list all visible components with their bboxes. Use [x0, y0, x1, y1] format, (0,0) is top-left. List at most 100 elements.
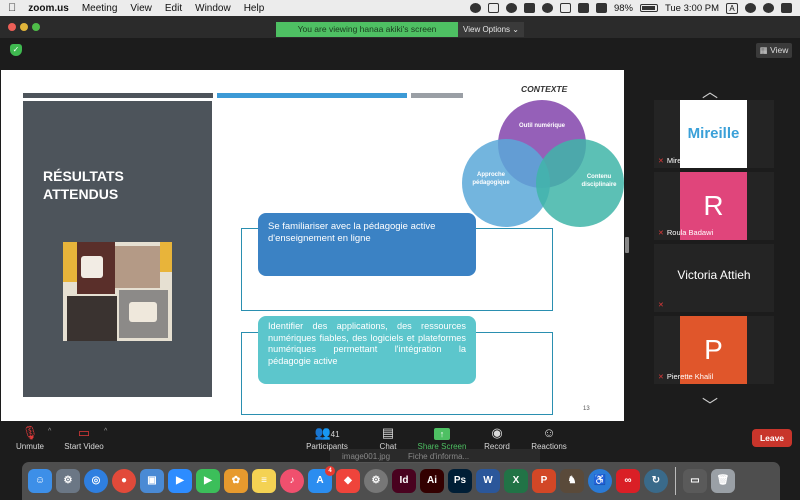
mac-menubar:  zoom.us Meeting View Edit Window Help …: [0, 0, 800, 16]
minimize-window-button[interactable]: [20, 23, 28, 31]
spotlight-icon[interactable]: [745, 3, 756, 13]
game-icon[interactable]: ♞: [560, 469, 584, 493]
excel-icon[interactable]: X: [504, 469, 528, 493]
slide-page-number: 13: [583, 406, 590, 412]
stop-share-icon[interactable]: [469, 3, 481, 13]
video-tile-victoria[interactable]: Victoria Attieh ✕: [654, 244, 774, 312]
powerpoint-icon[interactable]: P: [532, 469, 556, 493]
objective-text-1: Se familiariser avec la pédagogie active…: [268, 221, 436, 244]
video-tile-mireille[interactable]: Mireille ✕ Mireille Hachem: [654, 100, 774, 168]
anydesk-icon[interactable]: ◆: [336, 469, 360, 493]
video-options-caret-icon[interactable]: ^: [104, 428, 107, 435]
facetime-icon[interactable]: ▶: [196, 469, 220, 493]
battery-icon[interactable]: [639, 4, 658, 12]
encryption-shield-icon[interactable]: ✓: [10, 44, 22, 56]
photos-icon[interactable]: ✿: [224, 469, 248, 493]
mic-muted-icon: 🎙: [21, 425, 39, 440]
chat-button[interactable]: ▤ Chat: [374, 425, 402, 452]
menu-edit[interactable]: Edit: [165, 3, 182, 14]
screen-mirror-icon[interactable]: [523, 3, 535, 13]
scroll-down-chevron-icon[interactable]: ﹀: [702, 392, 718, 416]
safari-icon[interactable]: ◎: [84, 469, 108, 493]
clock[interactable]: Tue 3:00 PM: [665, 3, 719, 14]
panel-splitter-handle[interactable]: [625, 237, 629, 253]
zoom-icon[interactable]: ▶: [168, 469, 192, 493]
dock-separator: [675, 467, 676, 495]
slide-bar-dark: [23, 93, 213, 98]
word-icon[interactable]: W: [476, 469, 500, 493]
indesign-icon[interactable]: Id: [392, 469, 416, 493]
siri-icon[interactable]: [763, 3, 774, 13]
menu-view[interactable]: View: [130, 3, 152, 14]
unmute-button[interactable]: 🎙 Unmute ^: [12, 425, 51, 452]
finder-file-1[interactable]: image001.jpg: [342, 452, 390, 461]
battery-percent: 98%: [613, 2, 633, 14]
video-tile-pierette[interactable]: P ✕ Pierette Khalil: [654, 316, 774, 384]
record-button[interactable]: ◉ Record: [482, 425, 512, 452]
fullscreen-window-button[interactable]: [32, 23, 40, 31]
close-window-button[interactable]: [8, 23, 16, 31]
audio-options-caret-icon[interactable]: ^: [48, 428, 51, 435]
control-center-icon[interactable]: [781, 3, 792, 13]
record-icon: ◉: [491, 425, 503, 440]
zoom-tray-icon[interactable]: [487, 3, 499, 13]
view-options-button[interactable]: View Options ⌄: [458, 22, 524, 37]
app-menu[interactable]: zoom.us: [28, 3, 69, 14]
eye-icon[interactable]: [541, 3, 553, 13]
music-icon[interactable]: ♪: [280, 469, 304, 493]
view-layout-button[interactable]: ▦ View: [756, 43, 792, 58]
creativecloud-icon[interactable]: ∞: [616, 469, 640, 493]
objective-box-1: Se familiariser avec la pédagogie active…: [258, 213, 476, 276]
input-source-icon[interactable]: A: [726, 2, 738, 14]
accessibility-icon[interactable]: ♿: [588, 469, 612, 493]
menu-window[interactable]: Window: [195, 3, 231, 14]
menu-meeting[interactable]: Meeting: [82, 3, 118, 14]
reactions-icon: ☺: [542, 425, 556, 440]
menu-help[interactable]: Help: [244, 3, 265, 14]
unmute-label: Unmute: [15, 442, 44, 451]
notes-icon[interactable]: ≡: [252, 469, 276, 493]
launchpad-icon[interactable]: ⚙: [56, 469, 80, 493]
finder-file-2[interactable]: Fiche d'informa...: [408, 452, 469, 461]
participants-button[interactable]: 👥41 Participants: [304, 426, 350, 452]
anydesk-tray-icon[interactable]: [505, 3, 517, 13]
chrome-icon[interactable]: ●: [112, 469, 136, 493]
mic-muted-icon: ✕: [658, 373, 664, 381]
scroll-up-chevron-icon[interactable]: ︿: [702, 78, 718, 102]
mic-muted-icon: ✕: [658, 302, 664, 309]
chat-icon: ▤: [381, 425, 395, 440]
viewing-screen-banner: You are viewing hanaa akiki's screen: [276, 22, 458, 37]
bluetooth-icon[interactable]: [559, 3, 571, 13]
slide-bar-blue: [217, 93, 407, 98]
share-screen-icon: ↑: [416, 426, 468, 440]
screenshot-icon[interactable]: ▭: [683, 469, 707, 493]
finder-icon[interactable]: ☺: [28, 469, 52, 493]
trash-icon[interactable]: 🗑: [711, 469, 735, 493]
slide-bar-grey: [411, 93, 463, 98]
preview-icon[interactable]: ▣: [140, 469, 164, 493]
photo-yellow-strip: [63, 242, 77, 282]
leave-button[interactable]: Leave: [752, 429, 792, 447]
illustrator-icon[interactable]: Ai: [420, 469, 444, 493]
participant-name-large: Victoria Attieh: [677, 268, 751, 282]
video-tile-roula[interactable]: R ✕ Roula Badawi: [654, 172, 774, 240]
reactions-button[interactable]: ☺ Reactions: [530, 425, 568, 452]
start-video-button[interactable]: ▭ Start Video ^: [62, 426, 107, 452]
mic-muted-icon: ✕: [658, 229, 664, 237]
start-video-label: Start Video: [64, 442, 104, 451]
participant-name: Pierette Khalil: [666, 372, 714, 381]
volume-icon[interactable]: [595, 3, 607, 13]
photo-paper-2: [129, 302, 157, 322]
finder-window-strip: image001.jpg Fiche d'informa...: [330, 449, 540, 463]
systemprefs-icon[interactable]: ⚙: [364, 469, 388, 493]
share-screen-button[interactable]: ↑ Share Screen: [416, 426, 468, 451]
apple-menu-icon[interactable]: : [8, 2, 16, 14]
photoshop-icon[interactable]: Ps: [448, 469, 472, 493]
backup-icon[interactable]: ↻: [644, 469, 668, 493]
venn-label-contenu: Contenu disciplinaire: [581, 174, 617, 188]
share-header: ✓ ▦ View: [0, 38, 800, 62]
appstore-icon[interactable]: A4: [308, 466, 335, 493]
objective-text-2: Identifier des applications, des ressour…: [268, 321, 466, 366]
wifi-icon[interactable]: [577, 3, 589, 13]
contexte-title: CONTEXTE: [521, 84, 568, 94]
